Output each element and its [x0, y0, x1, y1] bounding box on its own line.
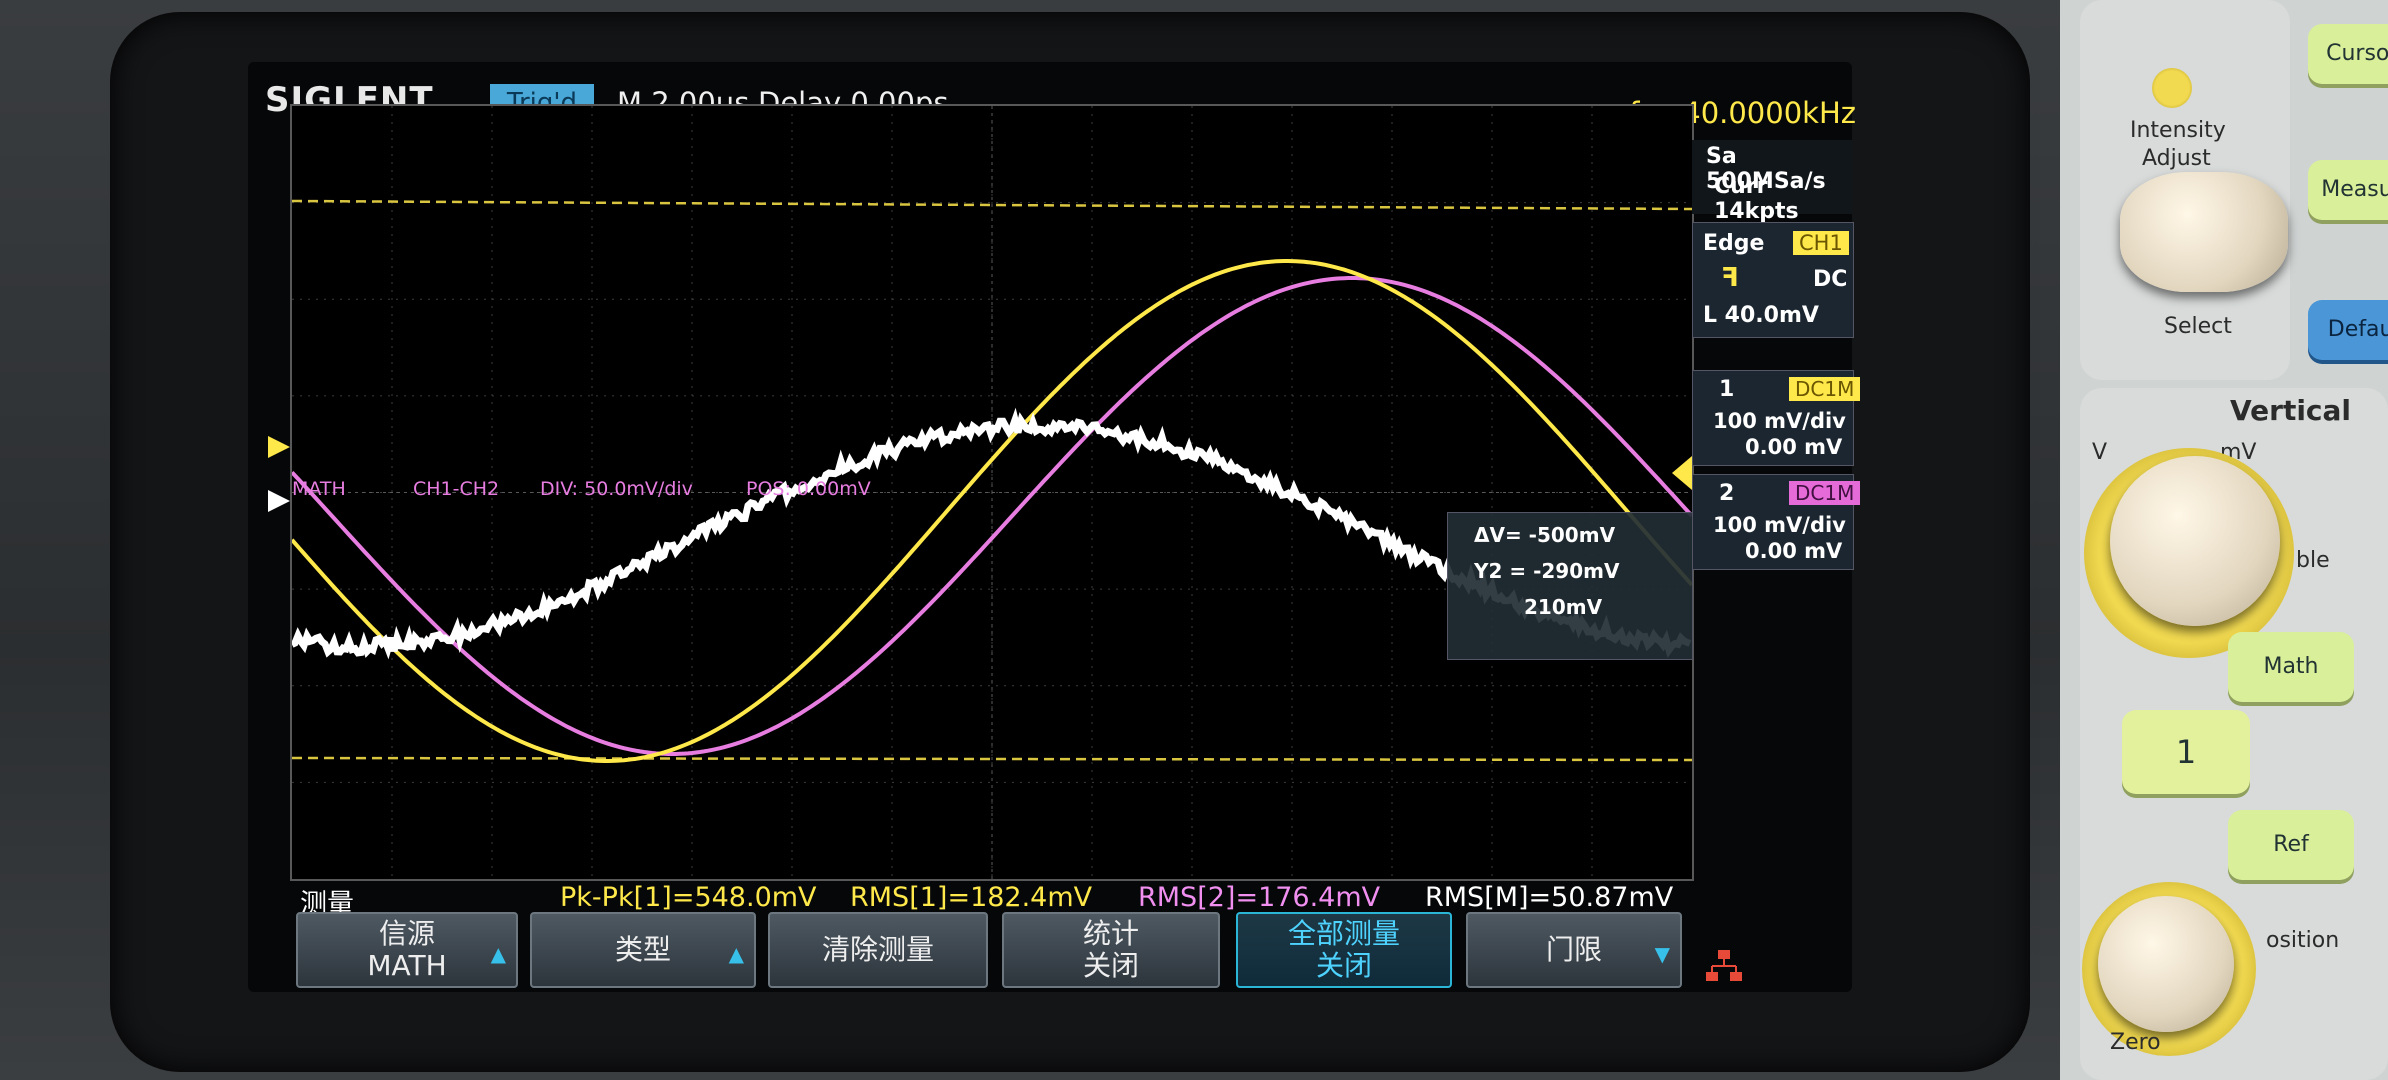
waveform-svg [292, 106, 1692, 879]
vertical-label: Vertical [2230, 394, 2351, 427]
cursors-button[interactable]: Cursors [2308, 24, 2388, 84]
rising-edge-icon: ꟻ [1721, 263, 1739, 293]
variable-label: ble [2296, 548, 2330, 573]
default-button[interactable]: Default [2308, 300, 2388, 360]
ch2-scale: 100 mV/div [1713, 513, 1846, 537]
front-panel: Intensity Adjust Select Cursors Measure … [2060, 0, 2388, 1080]
trigger-panel[interactable]: Edge CH1 ꟻ DC L 40.0mV [1692, 222, 1854, 338]
cursor-readout-box: ΔV= -500mV Y2 = -290mV 210mV [1447, 512, 1693, 660]
ch2-coupling: DC1M [1789, 481, 1860, 505]
measure-rms-ch2: RMS[2]=176.4mV [1138, 882, 1380, 913]
intensity-knob[interactable] [2120, 172, 2288, 292]
ch1-info-panel[interactable]: 1 DC1M 100 mV/div 0.00 mV [1692, 370, 1854, 466]
softkey-source-line1: 信源 [298, 918, 516, 950]
math-pos: POS: 0.00mV [746, 478, 871, 500]
cursor-delta: ΔV= -500mV [1474, 523, 1615, 547]
adjust-label: Adjust [2142, 146, 2211, 171]
waveform-display [290, 104, 1694, 881]
position-label: osition [2266, 928, 2339, 953]
ch2-info-panel[interactable]: 2 DC1M 100 mV/div 0.00 mV [1692, 474, 1854, 570]
vertical-position-knob[interactable] [2098, 896, 2234, 1032]
ch1-coupling: DC1M [1789, 377, 1860, 401]
ch1-offset-marker [268, 436, 290, 458]
softkey-type[interactable]: 类型 ▲ [530, 912, 756, 988]
arrow-up-icon: ▲ [729, 938, 744, 970]
zero-label: Zero [2110, 1030, 2161, 1055]
ch1-offset: 0.00 mV [1745, 435, 1842, 459]
oscilloscope-device: SIGLENT Trig'd M 2.00μs Delay 0.00ps f =… [0, 0, 2388, 1080]
ch2-offset: 0.00 mV [1745, 539, 1842, 563]
math-div: DIV: 50.0mV/div [540, 478, 693, 500]
vertical-scale-knob[interactable] [2110, 456, 2280, 626]
softkey-clear-line1: 清除测量 [770, 934, 986, 966]
trigger-level-marker [1672, 456, 1692, 490]
measure-button[interactable]: Measure [2308, 160, 2388, 220]
math-button[interactable]: Math [2228, 632, 2354, 702]
select-label: Select [2164, 314, 2232, 339]
cursor-y2: Y2 = -290mV [1474, 559, 1619, 583]
intensity-led-icon [2152, 68, 2192, 108]
softkey-all-measure[interactable]: 全部测量 关闭 [1236, 912, 1452, 988]
softkey-source[interactable]: 信源 MATH ▲ [296, 912, 518, 988]
channel-1-button[interactable]: 1 [2122, 710, 2250, 794]
memory-depth: Curr 14kpts [1714, 174, 1852, 224]
softkey-clear-measure[interactable]: 清除测量 [768, 912, 988, 988]
softkey-threshold[interactable]: 门限 ▼ [1466, 912, 1682, 988]
softkey-all-line2: 关闭 [1238, 950, 1450, 982]
ch1-number: 1 [1719, 377, 1734, 402]
measure-rms-ch1: RMS[1]=182.4mV [850, 882, 1092, 913]
arrow-down-icon: ▼ [1655, 938, 1670, 970]
trigger-level: L 40.0mV [1703, 303, 1819, 328]
ch2-number: 2 [1719, 481, 1734, 506]
math-offset-marker [268, 490, 290, 512]
measure-pkpk-ch1: Pk-Pk[1]=548.0mV [560, 882, 817, 913]
ch1-scale: 100 mV/div [1713, 409, 1846, 433]
intensity-label: Intensity [2130, 118, 2226, 143]
softkey-statistics-line1: 统计 [1004, 918, 1218, 950]
softkey-threshold-line1: 门限 [1468, 934, 1680, 966]
math-label: MATH [292, 478, 346, 500]
softkey-all-line1: 全部测量 [1238, 918, 1450, 950]
trigger-coupling: DC [1813, 267, 1847, 292]
volts-label: V [2092, 440, 2107, 465]
softkey-source-line2: MATH [298, 950, 516, 982]
acquisition-panel: Sa 500MSa/s Curr 14kpts [1692, 140, 1852, 214]
softkey-statistics[interactable]: 统计 关闭 [1002, 912, 1220, 988]
trigger-source: CH1 [1793, 231, 1849, 255]
ref-button[interactable]: Ref [2228, 810, 2354, 880]
math-expression: CH1-CH2 [413, 478, 499, 500]
softkey-statistics-line2: 关闭 [1004, 950, 1218, 982]
measure-rms-math: RMS[M]=50.87mV [1425, 882, 1673, 913]
network-icon [1704, 950, 1744, 984]
arrow-up-icon: ▲ [491, 938, 506, 970]
softkey-type-line1: 类型 [532, 934, 754, 966]
trigger-type: Edge [1703, 231, 1764, 256]
cursor-y1: 210mV [1524, 595, 1602, 619]
